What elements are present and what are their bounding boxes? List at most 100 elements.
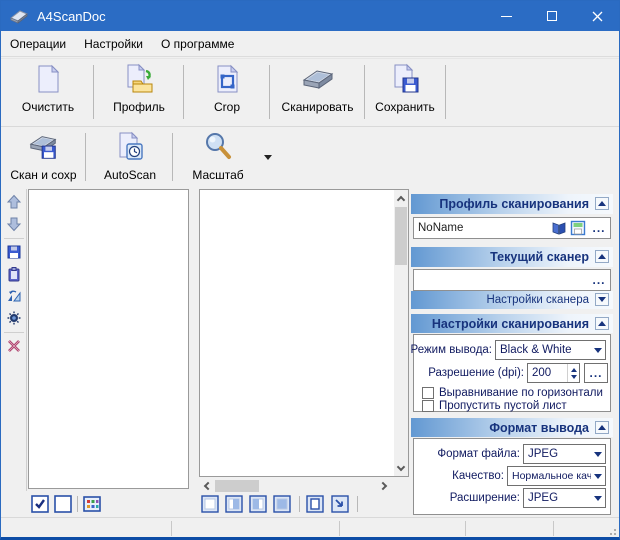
vertical-scrollbar[interactable] [394,190,408,476]
collapse-button[interactable] [595,197,609,210]
chevron-down-icon [397,462,405,470]
status-bar [1,517,619,538]
separator [339,521,340,536]
scroll-up-button[interactable] [394,190,408,206]
profile-button[interactable]: Профиль [97,63,181,114]
scanner-settings-title: Настройки сканера [486,291,589,309]
move-up-button[interactable] [6,194,22,210]
move-down-button[interactable] [6,216,22,232]
file-format-label: Формат файла: [437,448,520,460]
resolution-label: Разрешение (dpi): [428,367,524,379]
brightness-button[interactable] [6,309,22,325]
rotate-button[interactable] [6,288,22,304]
combo-arrow[interactable] [591,474,605,479]
separator [172,133,173,181]
scroll-down-button[interactable] [394,460,408,476]
save-icon [389,63,421,95]
view-full-button[interactable] [273,495,291,513]
save-profile-icon[interactable] [570,220,586,236]
scan-save-button[interactable]: Скан и сохр [3,131,84,182]
preview-panel[interactable] [199,189,409,477]
scan-settings-title: Настройки сканирования [432,314,589,333]
zoom-icon [202,131,234,163]
autoscan-button[interactable]: AutoScan [89,131,171,182]
app-icon [9,8,29,24]
expand-button[interactable] [595,293,609,306]
thumbnails-view-button[interactable] [83,495,101,513]
section-header-scan-profile[interactable]: Профиль сканирования [411,194,613,214]
output-mode-label: Режим вывода: [411,344,492,356]
quality-combobox[interactable]: Нормальное качество [507,466,606,486]
section-header-output-format[interactable]: Формат вывода [411,418,613,437]
section-header-scan-settings[interactable]: Настройки сканирования [411,314,613,333]
clear-icon [32,63,64,95]
current-scanner-title: Текущий сканер [490,247,589,267]
deselect-all-button[interactable] [54,495,72,513]
output-format-group: Формат файла: JPEG Качество: Нормальное … [413,438,611,515]
profile-more-button[interactable]: ... [588,221,610,235]
minimize-icon [501,16,512,17]
fit-window-button[interactable] [331,495,349,513]
combo-arrow[interactable] [591,452,605,457]
vertical-scroll-thumb[interactable] [395,207,407,265]
spinner-arrows[interactable] [567,364,579,382]
app-window: A4ScanDoc Операции Настройки О программе… [0,0,620,540]
minimize-button[interactable] [483,1,529,31]
output-mode-combobox[interactable]: Black & White [495,340,606,360]
collapse-down-icon [598,297,606,302]
secondary-toolbar: Скан и сохр AutoScan Масштаб [1,126,619,187]
align-horizontal-checkbox[interactable] [422,387,434,399]
menu-operations[interactable]: Операции [1,31,75,57]
extension-combobox[interactable]: JPEG [523,488,606,508]
section-header-scanner-settings[interactable]: Настройки сканера [411,291,613,309]
maximize-button[interactable] [529,1,575,31]
scan-profile-title: Профиль сканирования [439,194,589,214]
skip-blank-checkbox[interactable] [422,400,434,412]
zoom-dropdown-arrow-icon [264,155,272,160]
collapse-up-icon [598,425,606,430]
view-split-left-button[interactable] [225,495,243,513]
save-button[interactable]: Сохранить [367,63,443,114]
zoom-dropdown-button[interactable] [260,149,276,165]
extension-label: Расширение: [450,492,520,504]
section-header-current-scanner[interactable]: Текущий сканер [411,247,613,267]
crop-button[interactable]: Crop [187,63,267,114]
collapse-button[interactable] [595,250,609,263]
collapse-button[interactable] [595,421,609,434]
load-profile-icon[interactable] [551,220,567,236]
actual-size-button[interactable] [306,495,324,513]
resolution-more-button[interactable]: ... [584,363,608,383]
menu-about[interactable]: О программе [152,31,243,57]
resize-grip[interactable] [607,526,617,536]
spin-down-icon [571,375,577,379]
separator [269,65,270,119]
horizontal-scroll-thumb[interactable] [215,480,259,492]
combo-arrow[interactable] [591,496,605,501]
thumbnail-list-panel[interactable] [28,189,189,489]
profile-name-field[interactable]: NoName ... [413,217,611,239]
select-all-button[interactable] [31,495,49,513]
scroll-right-button[interactable] [377,479,391,493]
scan-button[interactable]: Сканировать [273,63,362,114]
current-scanner-field[interactable]: ... [413,269,611,291]
clear-button[interactable]: Очистить [5,63,91,114]
horizontal-scrollbar[interactable] [199,479,391,493]
view-normal-button[interactable] [201,495,219,513]
zoom-button[interactable]: Масштаб [176,131,260,182]
close-button[interactable] [575,1,619,31]
scanner-select-button[interactable]: ... [588,273,610,287]
resolution-spinner[interactable]: 200 [527,363,580,383]
title-bar[interactable]: A4ScanDoc [1,1,619,31]
profile-icon [123,63,155,95]
collapse-button[interactable] [595,317,609,330]
dropdown-icon [594,474,602,479]
view-split-right-button[interactable] [249,495,267,513]
scan-settings-group: Режим вывода: Black & White Разрешение (… [413,334,611,412]
delete-button[interactable] [6,338,22,354]
scroll-left-button[interactable] [199,479,213,493]
file-format-combobox[interactable]: JPEG [523,444,606,464]
combo-arrow[interactable] [591,348,605,353]
paste-button[interactable] [6,266,22,282]
save-image-button[interactable] [6,244,22,260]
menu-settings[interactable]: Настройки [75,31,152,57]
